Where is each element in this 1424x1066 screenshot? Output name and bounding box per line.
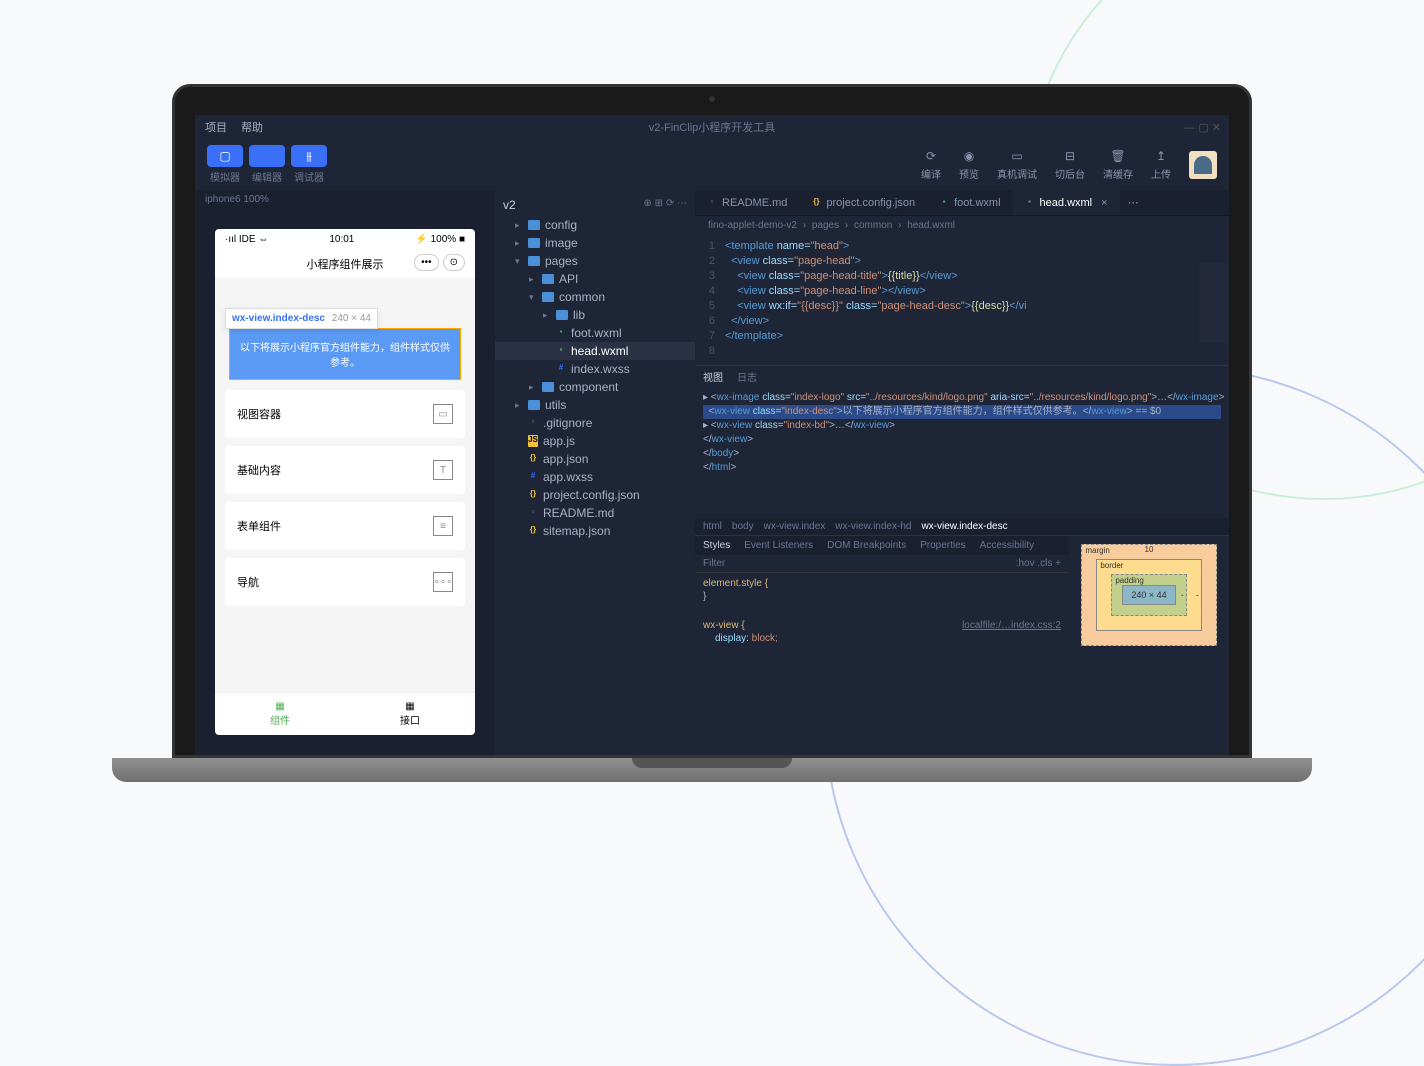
action-5[interactable]: ↥上传 <box>1151 148 1171 181</box>
styles-tab-3[interactable]: Properties <box>920 540 966 551</box>
phone-statusbar: ·ııl IDE ⇔ 10:01 ⚡ 100% ■ <box>215 229 475 250</box>
box-model: margin 10 border - padding - 240 × 44 <box>1069 536 1229 695</box>
phone-tabbar: ▦组件▦接口 <box>215 692 475 735</box>
menu-help[interactable]: 帮助 <box>241 119 263 135</box>
styles-tab-2[interactable]: DOM Breakpoints <box>827 540 906 551</box>
editor-tabs: ▫README.md{}project.config.json▪foot.wxm… <box>695 190 1229 216</box>
phone-tab-0[interactable]: ▦组件 <box>215 693 345 735</box>
styles-filter-actions[interactable]: :hov .cls + <box>1016 558 1061 569</box>
file-utils[interactable]: ▸utils <box>495 396 695 414</box>
simulator-panel: iphone6 100% ·ııl IDE ⇔ 10:01 ⚡ 100% ■ 小… <box>195 190 495 755</box>
status-battery: ⚡ 100% ■ <box>415 234 465 245</box>
status-signal: ·ııl IDE ⇔ <box>225 234 268 245</box>
file-config[interactable]: ▸config <box>495 216 695 234</box>
file-app.json[interactable]: {}app.json <box>495 450 695 468</box>
laptop-frame: 项目 帮助 v2-FinClip小程序开发工具 — ▢ ✕ ▢模拟器编辑器⫵调试… <box>172 84 1252 782</box>
camera-dot <box>709 96 715 102</box>
tabs-more-icon[interactable]: ⋯ <box>1120 190 1147 215</box>
styles-tab-0[interactable]: Styles <box>703 540 730 551</box>
menubar: 项目 帮助 v2-FinClip小程序开发工具 — ▢ ✕ <box>195 115 1229 139</box>
phone-tab-1[interactable]: ▦接口 <box>345 693 475 735</box>
devtools-tab-view[interactable]: 视图 <box>703 369 723 384</box>
tooltip-dimensions: 240 × 44 <box>332 313 371 324</box>
list-item-2[interactable]: 表单组件≡ <box>225 502 465 550</box>
file-image[interactable]: ▸image <box>495 234 695 252</box>
file-sitemap.json[interactable]: {}sitemap.json <box>495 522 695 540</box>
status-time: 10:01 <box>329 234 354 245</box>
inspect-tooltip: wx-view.index-desc 240 × 44 <box>225 308 378 329</box>
action-1[interactable]: ◉预览 <box>959 148 979 181</box>
file-API[interactable]: ▸API <box>495 270 695 288</box>
box-border: - <box>1196 591 1199 600</box>
crumb-2[interactable]: wx-view.index <box>764 521 826 532</box>
action-0[interactable]: ⟳编译 <box>921 148 941 181</box>
box-content-size: 240 × 44 <box>1122 585 1175 605</box>
explorer-actions[interactable]: ⊕ ⊞ ⟳ ⋯ <box>644 198 687 212</box>
file-explorer: v2 ⊕ ⊞ ⟳ ⋯ ▸config▸image▾pages▸API▾commo… <box>495 190 695 755</box>
crumb-1[interactable]: body <box>732 521 754 532</box>
app-title-text: 小程序组件展示 <box>307 259 384 271</box>
window-controls[interactable]: — ▢ ✕ <box>1184 121 1221 134</box>
devtools: 视图 日志 ▸ <wx-image class="index-logo" src… <box>695 365 1229 695</box>
file-app.js[interactable]: JSapp.js <box>495 432 695 450</box>
list-item-3[interactable]: 导航∘∘∘ <box>225 558 465 606</box>
app-title: 小程序组件展示 ••• ⊙ <box>215 250 475 278</box>
window-title: v2-FinClip小程序开发工具 <box>649 119 776 135</box>
crumb-0[interactable]: html <box>703 521 722 532</box>
tooltip-selector: wx-view.index-desc <box>232 313 325 324</box>
action-4[interactable]: 🗑清缓存 <box>1103 148 1133 181</box>
devtools-tab-log[interactable]: 日志 <box>737 369 757 384</box>
file-component[interactable]: ▸component <box>495 378 695 396</box>
editor-panel: ▫README.md{}project.config.json▪foot.wxm… <box>695 190 1229 755</box>
list-item-1[interactable]: 基础内容T <box>225 446 465 494</box>
editor-tab-2[interactable]: ▪foot.wxml <box>927 190 1012 215</box>
editor-tab-1[interactable]: {}project.config.json <box>799 190 927 215</box>
phone-preview: ·ııl IDE ⇔ 10:01 ⚡ 100% ■ 小程序组件展示 ••• ⊙ … <box>215 229 475 735</box>
file-pages[interactable]: ▾pages <box>495 252 695 270</box>
code-editor[interactable]: 1<template name="head">2 <view class="pa… <box>695 235 1229 363</box>
device-info: iphone6 100% <box>195 190 495 209</box>
capsule-close-icon[interactable]: ⊙ <box>443 254 465 271</box>
file-foot.wxml[interactable]: ▪foot.wxml <box>495 324 695 342</box>
mode-tab-0[interactable]: ▢模拟器 <box>207 145 243 184</box>
dom-breadcrumb[interactable]: html body wx-view.index wx-view.index-hd wx-… <box>695 518 1229 535</box>
project-root[interactable]: v2 <box>503 198 516 212</box>
ide-window: 项目 帮助 v2-FinClip小程序开发工具 — ▢ ✕ ▢模拟器编辑器⫵调试… <box>195 115 1229 755</box>
file-.gitignore[interactable]: ▫.gitignore <box>495 414 695 432</box>
selected-element[interactable]: 以下将展示小程序官方组件能力，组件样式仅供参考。 <box>229 328 461 380</box>
crumb-4[interactable]: wx-view.index-desc <box>921 521 1007 532</box>
file-index.wxss[interactable]: #index.wxss <box>495 360 695 378</box>
action-3[interactable]: ⊟切后台 <box>1055 148 1085 181</box>
menu-project[interactable]: 项目 <box>205 119 227 135</box>
mode-tab-1[interactable]: 编辑器 <box>249 145 285 184</box>
minimap[interactable] <box>1199 263 1229 343</box>
avatar[interactable] <box>1189 151 1217 179</box>
file-README.md[interactable]: ▫README.md <box>495 504 695 522</box>
styles-tab-1[interactable]: Event Listeners <box>744 540 813 551</box>
capsule-menu-icon[interactable]: ••• <box>414 254 439 271</box>
file-head.wxml[interactable]: ▪head.wxml <box>495 342 695 360</box>
styles-tab-4[interactable]: Accessibility <box>980 540 1034 551</box>
toolbar: ▢模拟器编辑器⫵调试器 ⟳编译 ◉预览 ▭真机调试 ⊟切后台 🗑清缓存 ↥上传 <box>195 139 1229 190</box>
file-app.wxss[interactable]: #app.wxss <box>495 468 695 486</box>
box-padding: - <box>1181 591 1184 600</box>
phone-body[interactable]: wx-view.index-desc 240 × 44 以下将展示小程序官方组件… <box>215 278 475 692</box>
styles-filter-input[interactable]: Filter <box>703 558 725 569</box>
file-common[interactable]: ▾common <box>495 288 695 306</box>
crumb-3[interactable]: wx-view.index-hd <box>835 521 911 532</box>
dom-tree[interactable]: ▸ <wx-image class="index-logo" src="../r… <box>695 387 1229 518</box>
action-2[interactable]: ▭真机调试 <box>997 148 1037 181</box>
breadcrumb[interactable]: fino-applet-demo-v2 › pages › common › h… <box>695 216 1229 235</box>
list-item-0[interactable]: 视图容器▭ <box>225 390 465 438</box>
file-lib[interactable]: ▸lib <box>495 306 695 324</box>
editor-tab-3[interactable]: ▪head.wxml× <box>1013 190 1120 215</box>
editor-tab-0[interactable]: ▫README.md <box>695 190 799 215</box>
box-margin-top: 10 <box>1145 545 1154 554</box>
mode-tab-2[interactable]: ⫵调试器 <box>291 145 327 184</box>
file-project.config.json[interactable]: {}project.config.json <box>495 486 695 504</box>
